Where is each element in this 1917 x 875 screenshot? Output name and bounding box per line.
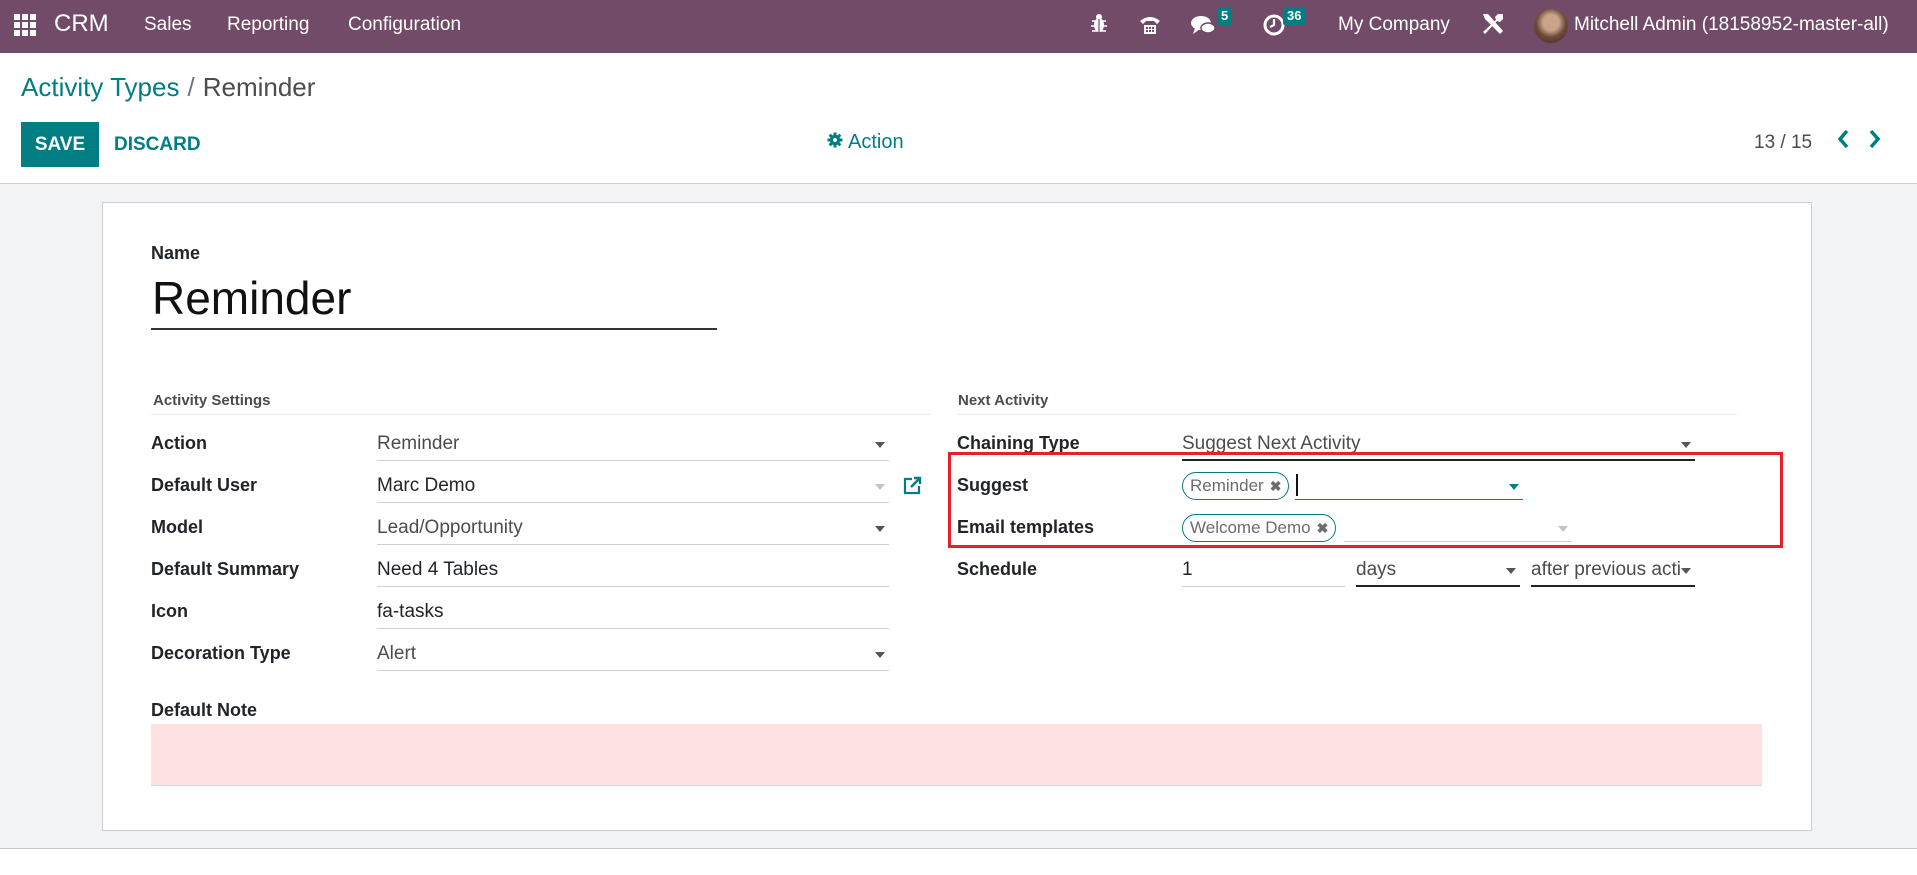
decoration-type-value: Alert [377,643,417,664]
chaining-type-select[interactable]: Suggest Next Activity [1182,429,1695,461]
name-label: Name [151,243,201,263]
discard-button[interactable]: DISCARD [114,122,201,167]
suggest-input[interactable] [1295,472,1523,500]
name-input[interactable]: Reminder [151,268,717,330]
email-templates-input[interactable] [1344,514,1572,542]
breadcrumb-current: Reminder [202,72,316,102]
phone-icon[interactable] [1138,12,1162,42]
pager-value[interactable]: 13 / 15 [1754,132,1812,154]
breadcrumb-separator: / [187,72,195,102]
caret-down-icon [875,526,885,532]
email-template-tag: Welcome Demo ✖ [1182,514,1337,542]
caret-down-icon [1509,484,1519,490]
caret-down-icon [1506,568,1516,574]
default-summary-label: Default Summary [151,559,300,579]
icon-input[interactable]: fa-tasks [377,597,889,629]
caret-down-icon [875,652,885,658]
pager-previous-button[interactable] [1836,128,1850,156]
messages-count-badge: 5 [1217,7,1233,25]
remove-tag-icon[interactable]: ✖ [1270,478,1282,495]
default-user-value: Marc Demo [377,475,476,496]
decoration-type-select[interactable]: Alert [377,639,889,671]
default-note-label: Default Note [151,700,258,720]
model-label: Model [151,517,203,537]
menu-sales[interactable]: Sales [144,14,192,36]
suggest-label: Suggest [957,475,1029,495]
action-label: Action [848,131,904,153]
chat-icon[interactable] [1191,13,1217,43]
default-user-select[interactable]: Marc Demo [377,471,889,503]
action-value: Reminder [377,433,460,454]
menu-configuration[interactable]: Configuration [348,14,461,36]
chaining-type-label: Chaining Type [957,433,1080,453]
external-link-icon[interactable] [902,476,922,502]
email-templates-label: Email templates [957,517,1095,537]
action-menu-button[interactable]: Action [827,131,904,154]
next-activity-title: Next Activity [958,392,1049,409]
caret-down-icon [1681,568,1691,574]
schedule-unit-value: days [1356,559,1397,580]
activities-count-badge: 36 [1283,7,1306,25]
chevron-left-icon [1837,129,1849,149]
caret-down-icon [1558,526,1568,532]
save-button[interactable]: SAVE [21,122,99,167]
suggest-tag-label: Reminder [1190,476,1264,495]
model-select[interactable]: Lead/Opportunity [377,513,889,545]
decoration-type-label: Decoration Type [151,643,291,663]
user-menu[interactable]: Mitchell Admin (18158952-master-all) [1574,14,1889,36]
gear-icon [827,131,843,154]
email-template-tag-label: Welcome Demo [1190,518,1311,537]
suggest-tag: Reminder ✖ [1182,472,1290,500]
activity-settings-title: Activity Settings [153,392,271,409]
breadcrumb: Activity Types / Reminder [21,72,315,103]
caret-down-icon [875,442,885,448]
remove-tag-icon[interactable]: ✖ [1317,520,1329,537]
schedule-from-value: after previous acti [1531,559,1681,580]
next-activity-divider [957,414,1737,415]
tools-icon[interactable] [1480,11,1506,43]
top-navbar: CRM Sales Reporting Configuration 5 36 M… [0,0,1917,53]
app-brand[interactable]: CRM [54,10,109,38]
user-avatar[interactable] [1534,9,1568,43]
default-user-label: Default User [151,475,258,495]
chevron-right-icon [1869,129,1881,149]
schedule-label: Schedule [957,559,1038,579]
company-switcher[interactable]: My Company [1338,14,1450,36]
schedule-count-input[interactable]: 1 [1182,555,1345,587]
action-label: Action [151,433,207,453]
pager-next-button[interactable] [1868,128,1882,156]
default-summary-input[interactable]: Need 4 Tables [377,555,889,587]
model-value: Lead/Opportunity [377,517,523,538]
bug-icon[interactable] [1090,12,1108,40]
caret-down-icon [1681,442,1691,448]
icon-label: Icon [151,601,189,621]
default-note-editor[interactable] [151,724,1762,786]
schedule-from-select[interactable]: after previous acti [1531,555,1695,587]
caret-down-icon [875,484,885,490]
schedule-unit-select[interactable]: days [1356,555,1520,587]
text-cursor [1296,474,1298,496]
activity-settings-divider [151,414,931,415]
breadcrumb-activity-types[interactable]: Activity Types [21,72,179,102]
action-select[interactable]: Reminder [377,429,889,461]
menu-reporting[interactable]: Reporting [227,14,309,36]
chaining-type-value: Suggest Next Activity [1182,433,1361,454]
apps-menu-icon[interactable] [14,14,36,36]
